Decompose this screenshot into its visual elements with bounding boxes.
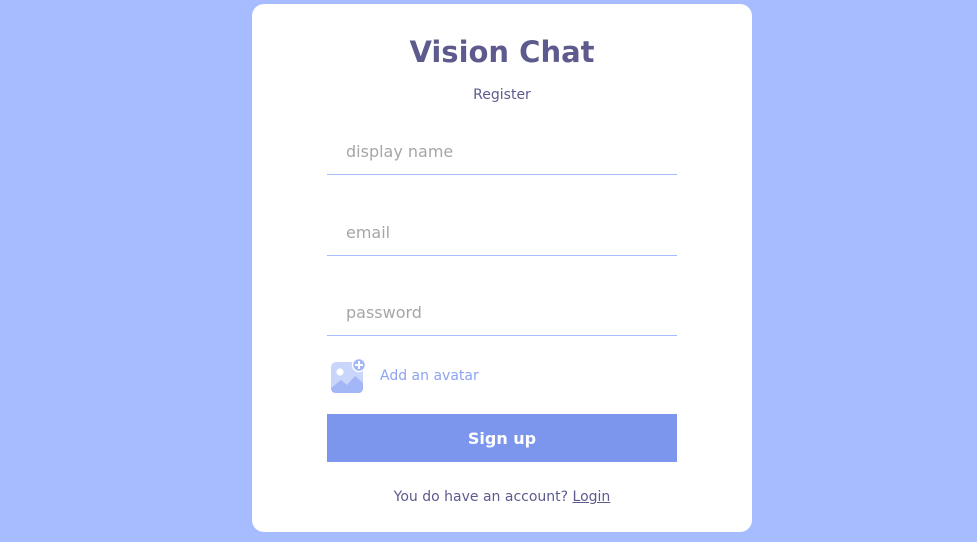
page: Vision Chat Register Add an avatar Sign … [0, 0, 977, 542]
login-link[interactable]: Login [573, 489, 611, 505]
password-input[interactable] [327, 289, 677, 336]
sign-up-button[interactable]: Sign up [327, 414, 677, 462]
display-name-input[interactable] [327, 128, 677, 175]
form-subtitle: Register [473, 87, 531, 103]
add-image-icon [331, 358, 366, 393]
add-avatar-button[interactable]: Add an avatar [330, 356, 479, 396]
email-input[interactable] [327, 209, 677, 256]
app-title: Vision Chat [409, 35, 595, 69]
register-card: Vision Chat Register Add an avatar Sign … [252, 4, 752, 532]
login-prompt-text: You do have an account? [393, 489, 569, 505]
login-prompt: You do have an account? Login [252, 488, 752, 506]
add-avatar-label: Add an avatar [380, 368, 479, 384]
